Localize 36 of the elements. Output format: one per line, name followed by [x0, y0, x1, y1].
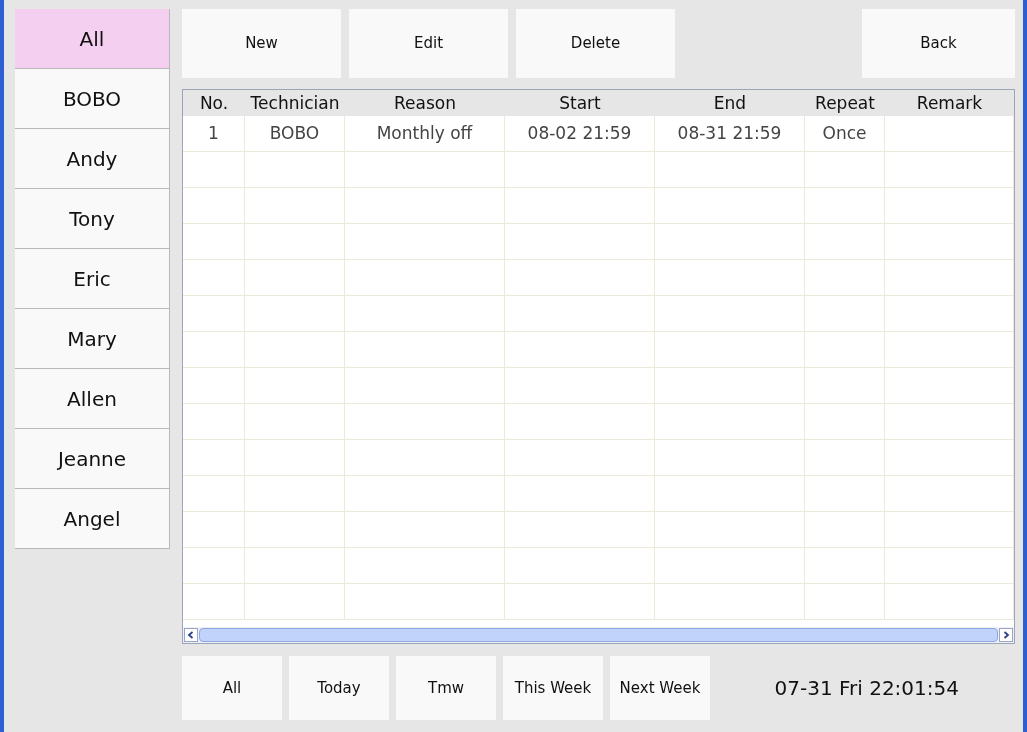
technician-tab[interactable]: BOBO — [15, 69, 170, 129]
technician-tab[interactable]: Tony — [15, 189, 170, 249]
scrollbar-thumb[interactable] — [199, 628, 998, 642]
column-header: End — [712, 92, 748, 115]
horizontal-scrollbar[interactable] — [183, 627, 1014, 643]
column-header: Reason — [393, 92, 457, 115]
filter-button[interactable]: Tmw — [396, 656, 496, 720]
filter-button[interactable]: Today — [289, 656, 389, 720]
filter-button[interactable]: This Week — [503, 656, 603, 720]
technician-tab[interactable]: Andy — [15, 129, 170, 189]
column-header: Repeat — [814, 92, 876, 115]
toolbar-button[interactable]: New — [182, 9, 341, 78]
table-cell: 08-31 21:59 — [677, 123, 782, 143]
toolbar-button[interactable]: Delete — [516, 9, 675, 78]
column-header: Start — [558, 92, 602, 115]
technician-tab[interactable]: Jeanne — [15, 429, 170, 489]
column-header: No. — [198, 92, 230, 115]
table-cell: Monthly off — [376, 123, 473, 143]
technician-tab[interactable]: Angel — [15, 489, 170, 549]
toolbar-button[interactable]: Edit — [349, 9, 508, 78]
table-cell: 1 — [208, 123, 219, 143]
toolbar-button[interactable]: Back — [862, 9, 1015, 78]
table-cell: 08-02 21:59 — [527, 123, 632, 143]
table-cell: Once — [822, 123, 867, 143]
scroll-right-icon[interactable] — [999, 628, 1013, 642]
table-cell: BOBO — [269, 123, 320, 143]
scroll-left-icon[interactable] — [184, 628, 198, 642]
clock-text: 07-31 Fri 22:01:54 — [774, 675, 959, 702]
column-header: Remark — [915, 92, 984, 115]
technician-tab[interactable]: All — [15, 9, 170, 69]
column-header: Technician — [249, 92, 341, 115]
filter-button[interactable]: All — [182, 656, 282, 720]
filter-button[interactable]: Next Week — [610, 656, 710, 720]
technician-tab[interactable]: Mary — [15, 309, 170, 369]
technician-tab[interactable]: Eric — [15, 249, 170, 309]
technician-tab[interactable]: Allen — [15, 369, 170, 429]
